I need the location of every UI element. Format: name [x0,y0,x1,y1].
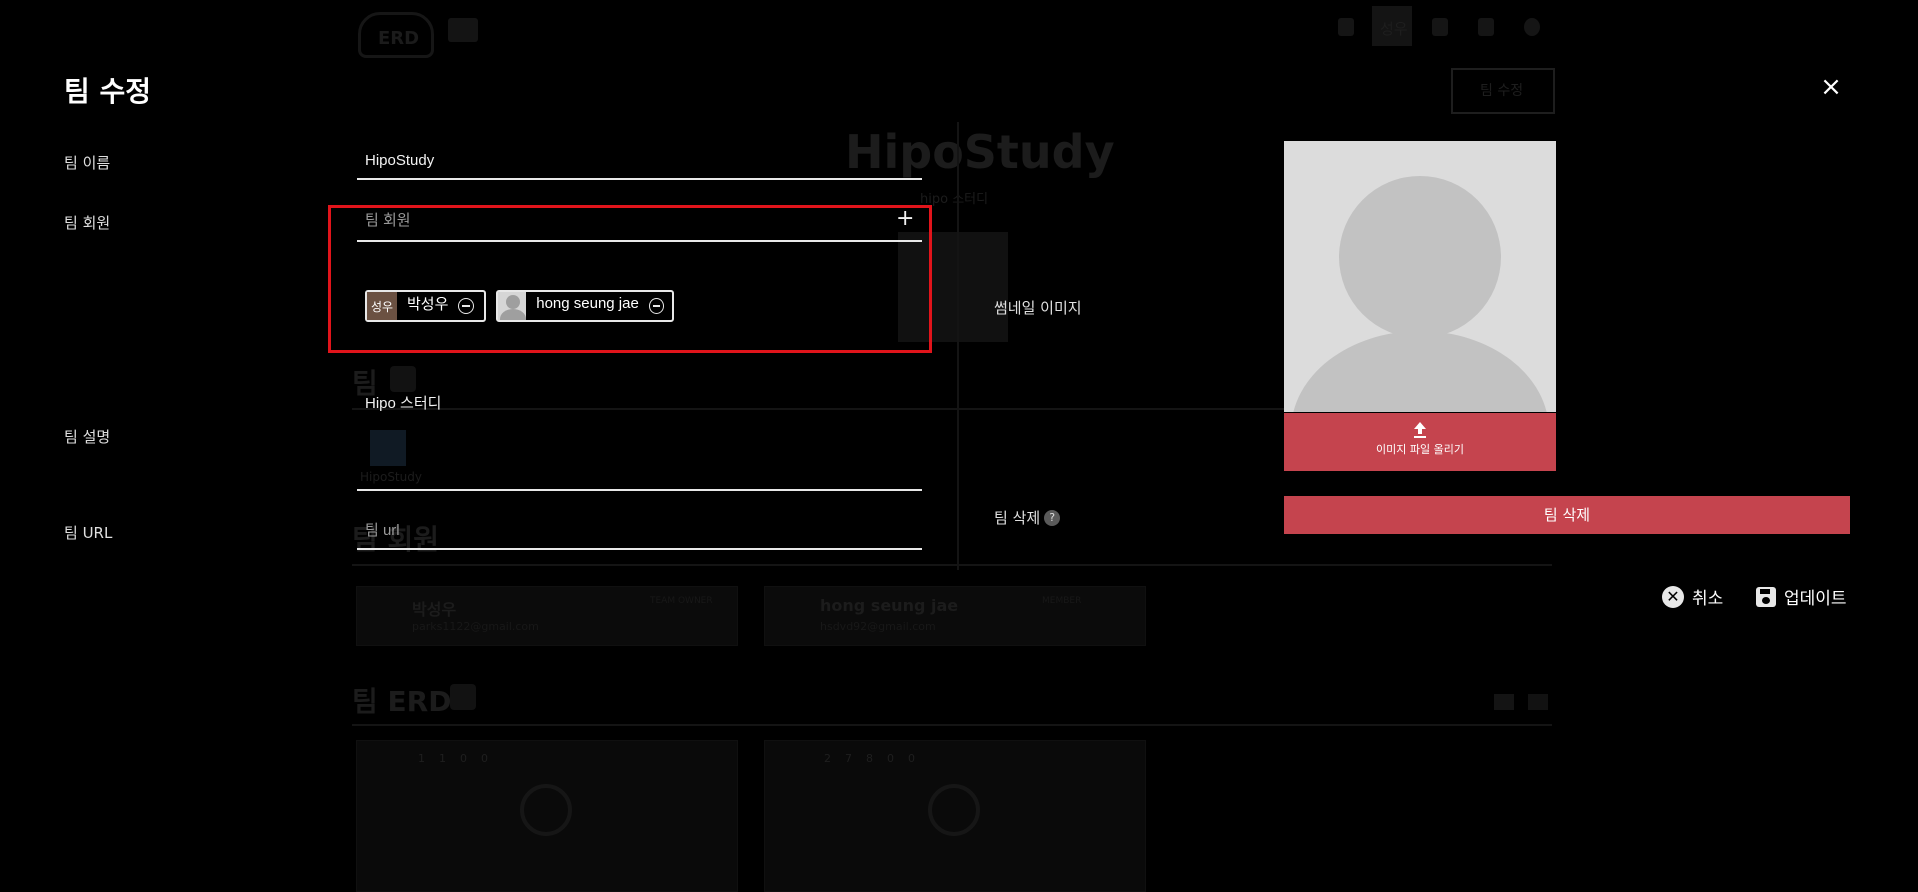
bg-divider [352,724,1552,726]
team-name-label: 팀 이름 [64,154,111,172]
team-url-field [357,520,922,550]
team-members-label: 팀 회원 [64,214,111,232]
logout-icon [1478,18,1494,36]
team-description-textarea[interactable]: Hipo 스터디 [357,392,922,482]
team-description-field: Hipo 스터디 [357,392,922,491]
bg-list-view-icon [1528,694,1548,710]
bell-icon [1432,18,1448,36]
cancel-button[interactable]: ✕ 취소 [1662,584,1723,609]
team-name-input[interactable] [357,152,922,169]
cancel-icon: ✕ [1662,585,1684,608]
highlight-box [328,205,932,353]
bg-team-edit-label: 팀 수정 [1480,83,1524,99]
bg-sad-face-icon [928,784,980,836]
team-url-input[interactable] [357,522,922,539]
update-button[interactable]: 업데이트 [1756,584,1847,609]
books-icon [448,18,478,42]
bg-member-card [764,586,1146,646]
delete-team-button[interactable]: 팀 삭제 [1284,496,1850,534]
bg-member-role: MEMBER [1042,596,1082,606]
upload-image-button[interactable]: 이미지 파일 올리기 [1284,413,1556,471]
bg-add-icon [390,366,416,392]
bg-member-email: hsdvd92@gmail.com [820,620,936,633]
close-icon[interactable]: × [1818,74,1844,100]
bg-divider [352,564,1552,566]
bg-member-role: TEAM OWNER [650,596,713,606]
bg-grid-view-icon [1494,694,1514,710]
thumbnail-placeholder-icon [1284,141,1556,412]
user-avatar-text: 성우 [1380,20,1408,38]
team-url-label: 팀 URL [64,524,113,542]
bg-member-email: parks1122@gmail.com [412,620,539,633]
document-icon [1338,18,1354,36]
upload-image-label: 이미지 파일 올리기 [1376,443,1464,456]
upload-icon [1414,422,1426,438]
update-label: 업데이트 [1784,589,1847,609]
logo-text: ERD [378,28,420,49]
cancel-label: 취소 [1692,589,1724,609]
help-icon[interactable]: ? [1044,509,1061,526]
save-icon [1756,586,1776,607]
bg-divider [957,122,959,570]
bg-section-erd: 팀 ERD [352,685,452,718]
modal-title: 팀 수정 [64,75,152,108]
background-page: ERD 성우 팀 수정 HipoStudy hipo 스터디 팀 HipoStu… [0,0,1918,892]
search-icon [1524,18,1540,36]
bg-erd-stats: 27800 [824,752,929,765]
team-description-label: 팀 설명 [64,428,111,446]
delete-team-label-row: 팀 삭제 ? [994,507,1061,528]
bg-erd-stats: 1100 [418,752,502,765]
bg-add-icon [450,684,476,710]
thumbnail-label: 썸네일 이미지 [994,299,1082,317]
bg-sad-face-icon [520,784,572,836]
delete-team-label: 팀 삭제 [994,509,1041,527]
team-name-field [357,150,922,180]
bg-member-name: 박성우 [412,600,457,619]
bg-member-name: hong seung jae [820,596,959,615]
